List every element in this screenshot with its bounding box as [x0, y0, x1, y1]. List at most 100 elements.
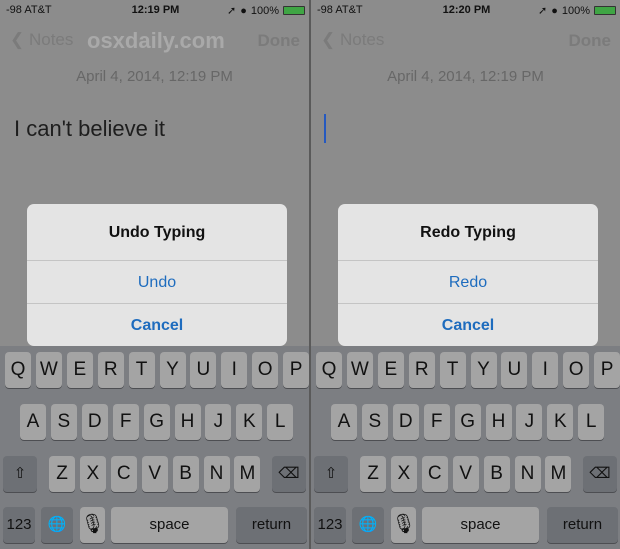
return-key[interactable]: return: [236, 507, 307, 543]
key-p[interactable]: P: [594, 352, 620, 388]
key-x[interactable]: X: [390, 456, 417, 492]
key-a[interactable]: A: [331, 404, 357, 440]
alert-title: Redo Typing: [420, 224, 516, 241]
alert-dialog: Undo Typing Undo Cancel: [27, 204, 287, 346]
key-h[interactable]: H: [174, 404, 201, 440]
key-o[interactable]: O: [563, 352, 590, 388]
key-j[interactable]: J: [205, 404, 232, 440]
key-x[interactable]: X: [79, 456, 106, 492]
key-u[interactable]: U: [501, 352, 528, 388]
location-icon: ➚: [226, 5, 237, 17]
nav-bar: ❮ Notes Done: [311, 28, 620, 54]
globe-key[interactable]: 🌐: [352, 507, 384, 543]
battery-percent: 100%: [561, 4, 590, 17]
watermark: osxdaily.com: [87, 28, 225, 53]
status-bar: -98 AT&T 12:19 PM ➚ ● 100%: [6, 4, 305, 18]
alert-cancel-button[interactable]: Cancel: [27, 303, 287, 346]
key-m[interactable]: M: [234, 456, 261, 492]
key-u[interactable]: U: [190, 352, 217, 388]
nav-bar: ❮ Notes osxdaily.com Done: [0, 28, 309, 54]
microphone-key[interactable]: 🎙: [80, 507, 105, 543]
numbers-key[interactable]: 123: [3, 507, 35, 543]
note-date: April 4, 2014, 12:19 PM: [76, 68, 233, 85]
key-l[interactable]: L: [267, 404, 294, 440]
key-m[interactable]: M: [545, 456, 572, 492]
location-icon: ➚: [537, 5, 548, 17]
delete-key[interactable]: ⌫: [272, 456, 306, 492]
text-cursor: [324, 114, 326, 143]
battery-icon: [283, 6, 305, 15]
battery-icon: [594, 6, 616, 15]
key-n[interactable]: N: [203, 456, 230, 492]
note-date: April 4, 2014, 12:19 PM: [387, 68, 544, 85]
space-key[interactable]: space: [111, 507, 228, 543]
key-f[interactable]: F: [423, 404, 450, 440]
key-g[interactable]: G: [454, 404, 481, 440]
keyboard: Q W E R T Y U I O P A S D F G H J K L ⇧ Z X C V B N M ⌫ 123 🌐 🎙 space re…: [311, 346, 620, 549]
delete-key[interactable]: ⌫: [583, 456, 617, 492]
alert-action-button[interactable]: Undo: [27, 260, 287, 303]
key-s[interactable]: S: [50, 404, 77, 440]
alert-cancel-button[interactable]: Cancel: [338, 303, 598, 346]
status-bar: -98 AT&T 12:20 PM ➚ ● 100%: [317, 4, 616, 18]
key-c[interactable]: C: [110, 456, 137, 492]
shift-key[interactable]: ⇧: [3, 456, 37, 492]
key-k[interactable]: K: [547, 404, 574, 440]
alert-title: Undo Typing: [108, 224, 206, 241]
key-w[interactable]: W: [346, 352, 373, 388]
alert-action-button[interactable]: Redo: [338, 260, 598, 303]
key-c[interactable]: C: [421, 456, 448, 492]
key-q[interactable]: Q: [316, 352, 342, 388]
key-h[interactable]: H: [485, 404, 512, 440]
key-v[interactable]: V: [452, 456, 479, 492]
key-y[interactable]: Y: [470, 352, 497, 388]
battery-percent: 100%: [250, 4, 279, 17]
shift-key[interactable]: ⇧: [314, 456, 348, 492]
key-a[interactable]: A: [20, 404, 46, 440]
chevron-left-icon: ❮: [10, 30, 29, 49]
key-g[interactable]: G: [143, 404, 170, 440]
key-z[interactable]: Z: [49, 456, 75, 492]
key-e[interactable]: E: [377, 352, 404, 388]
key-b[interactable]: B: [172, 456, 199, 492]
done-button[interactable]: Done: [258, 31, 301, 51]
microphone-key[interactable]: 🎙: [391, 507, 416, 543]
key-n[interactable]: N: [514, 456, 541, 492]
key-d[interactable]: D: [81, 404, 108, 440]
key-y[interactable]: Y: [159, 352, 186, 388]
numbers-key[interactable]: 123: [314, 507, 346, 543]
key-f[interactable]: F: [112, 404, 139, 440]
screen-redo: -98 AT&T 12:20 PM ➚ ● 100% ❮ Notes Done Ap…: [311, 0, 620, 549]
space-key[interactable]: space: [422, 507, 539, 543]
key-j[interactable]: J: [516, 404, 543, 440]
key-r[interactable]: R: [408, 352, 435, 388]
globe-key[interactable]: 🌐: [41, 507, 73, 543]
key-w[interactable]: W: [35, 352, 62, 388]
key-t[interactable]: T: [128, 352, 155, 388]
note-text[interactable]: I can't believe it: [14, 116, 165, 142]
key-i[interactable]: I: [221, 352, 248, 388]
back-button[interactable]: ❮ Notes: [321, 30, 384, 50]
key-s[interactable]: S: [361, 404, 388, 440]
key-z[interactable]: Z: [360, 456, 386, 492]
alarm-icon: ●: [551, 4, 558, 17]
key-i[interactable]: I: [532, 352, 559, 388]
return-key[interactable]: return: [547, 507, 618, 543]
key-d[interactable]: D: [392, 404, 419, 440]
key-l[interactable]: L: [578, 404, 605, 440]
alert-dialog: Redo Typing Redo Cancel: [338, 204, 598, 346]
key-r[interactable]: R: [97, 352, 124, 388]
key-p[interactable]: P: [283, 352, 309, 388]
keyboard: Q W E R T Y U I O P A S D F G H J K L ⇧ Z X C V B N M ⌫ 123 🌐 🎙 space re…: [0, 346, 309, 549]
key-t[interactable]: T: [439, 352, 466, 388]
key-k[interactable]: K: [236, 404, 263, 440]
key-o[interactable]: O: [252, 352, 279, 388]
back-label: Notes: [339, 30, 385, 49]
screen-undo: -98 AT&T 12:19 PM ➚ ● 100% ❮ Notes osxdail…: [0, 0, 309, 549]
key-q[interactable]: Q: [5, 352, 31, 388]
key-v[interactable]: V: [141, 456, 168, 492]
back-button[interactable]: ❮ Notes: [10, 30, 73, 50]
key-e[interactable]: E: [66, 352, 93, 388]
done-button[interactable]: Done: [569, 31, 612, 51]
key-b[interactable]: B: [483, 456, 510, 492]
